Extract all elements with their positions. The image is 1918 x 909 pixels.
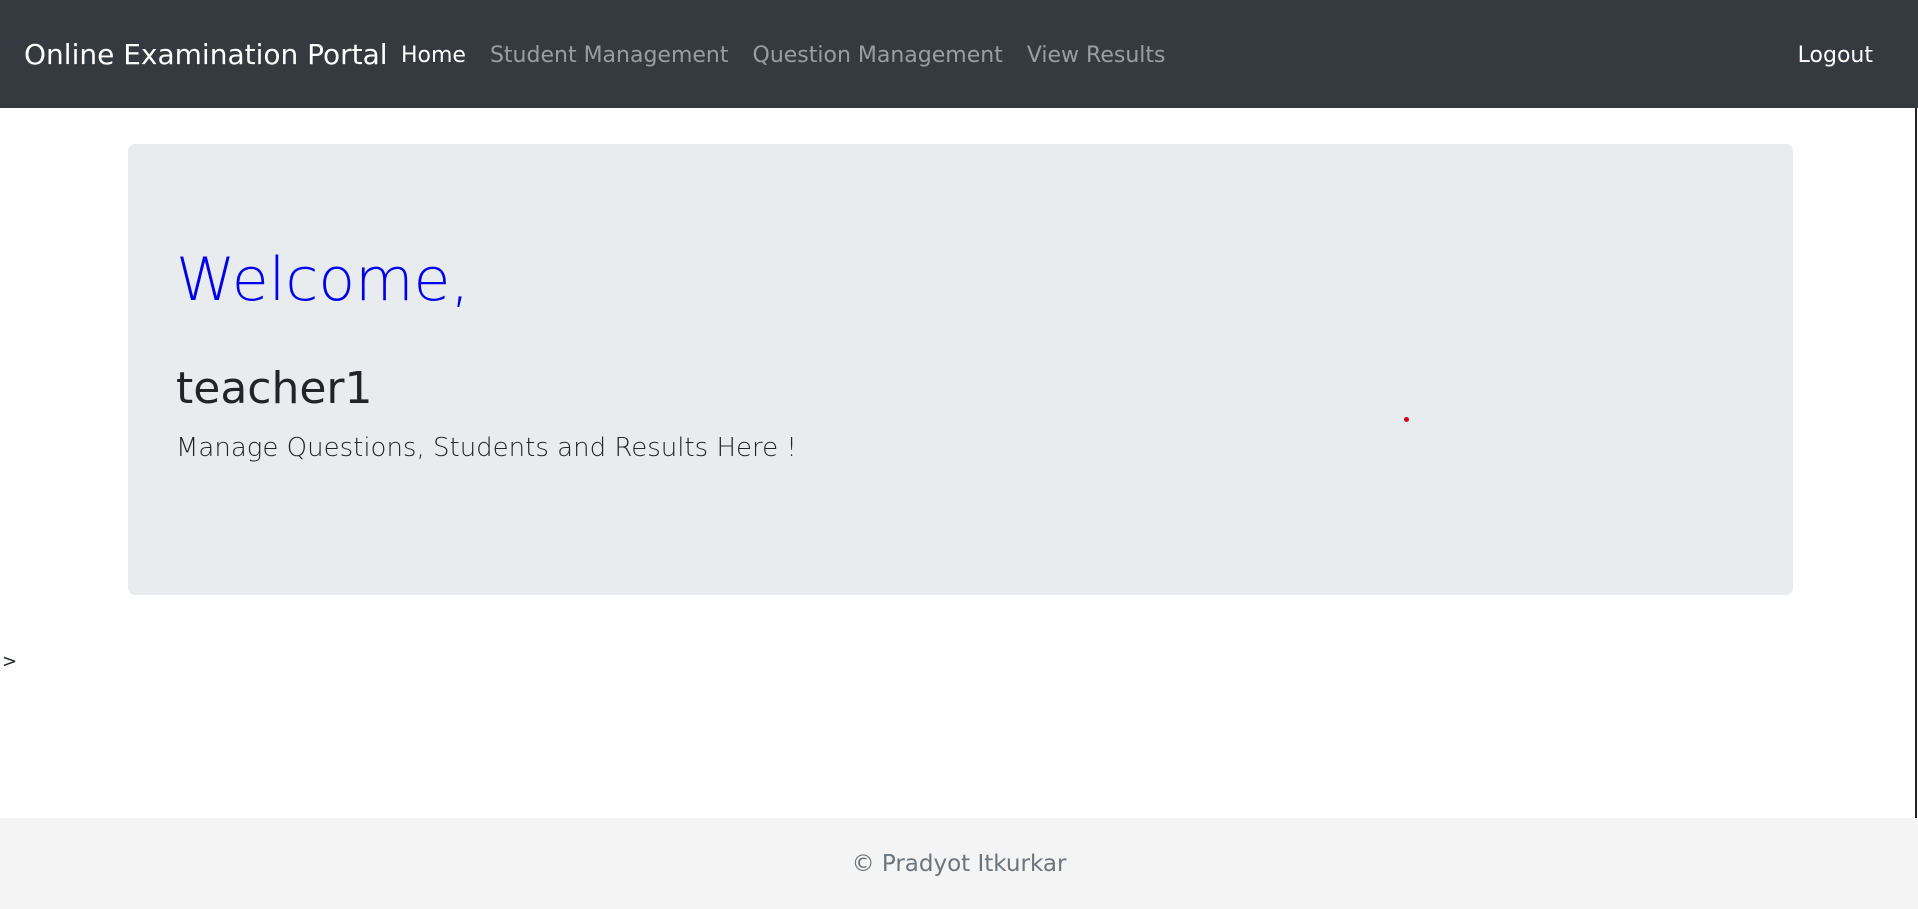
nav-link-view-results[interactable]: View Results: [1027, 40, 1166, 72]
nav-link-student-management[interactable]: Student Management: [490, 40, 729, 72]
brand-link[interactable]: Online Examination Portal: [24, 36, 388, 74]
cursor-dot: [1404, 417, 1409, 422]
username-heading: teacher1: [176, 363, 373, 414]
nav-link-home[interactable]: Home: [401, 40, 466, 72]
nav-links: Home Student Management Question Managem…: [401, 40, 1165, 72]
footer-copyright: © Pradyot Itkurkar: [851, 851, 1067, 877]
nav-link-question-management[interactable]: Question Management: [753, 40, 1003, 72]
page: Online Examination Portal Home Student M…: [0, 0, 1918, 909]
footer: © Pradyot Itkurkar: [0, 818, 1918, 909]
logout-link[interactable]: Logout: [1798, 40, 1873, 72]
window-edge-divider: [1915, 108, 1917, 818]
welcome-heading: Welcome,: [176, 245, 470, 315]
navbar: Online Examination Portal Home Student M…: [0, 0, 1918, 108]
welcome-jumbotron: Welcome, teacher1 Manage Questions, Stud…: [128, 144, 1793, 595]
lead-text: Manage Questions, Students and Results H…: [176, 433, 797, 463]
stray-text: >: [2, 651, 18, 672]
